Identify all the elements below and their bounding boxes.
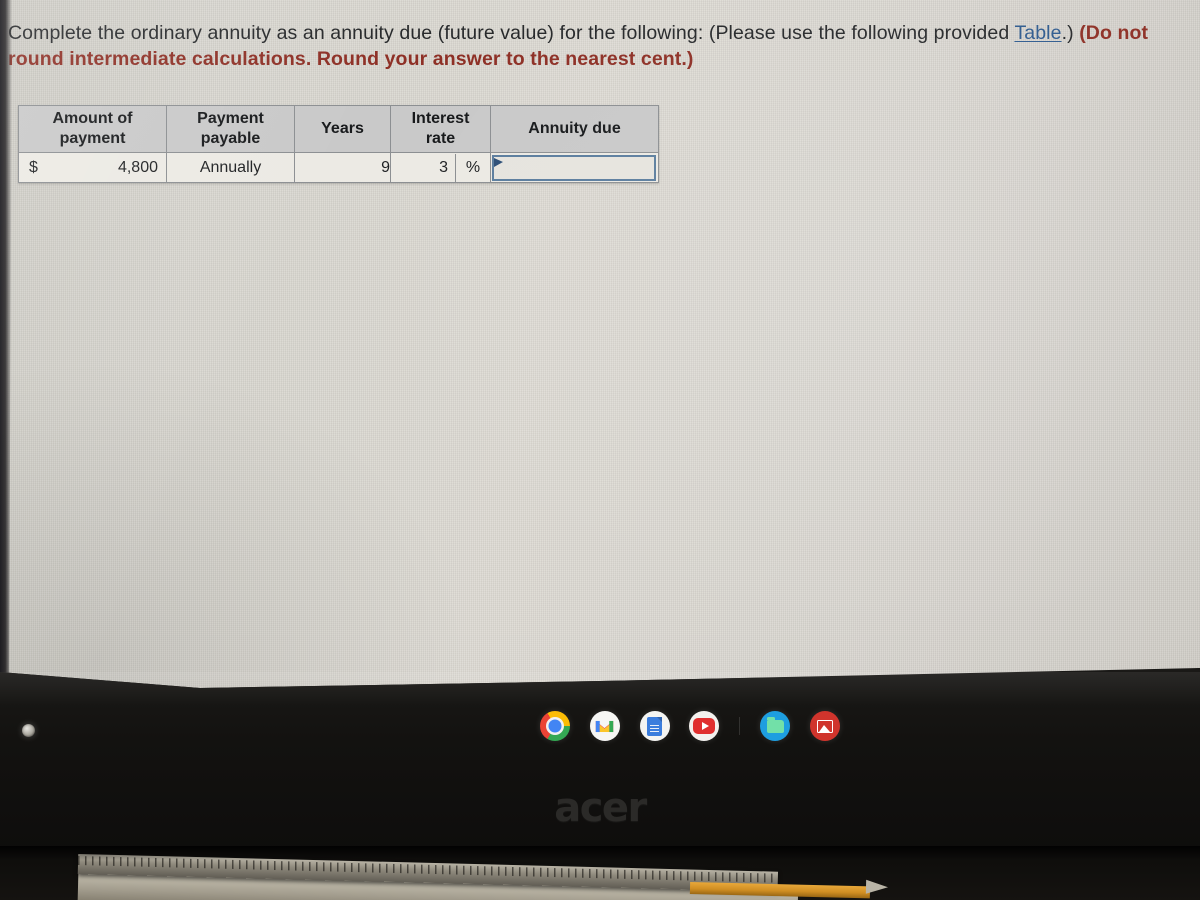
cell-interest-rate: 3 % [390,152,491,183]
browser-page-content: Complete the ordinary annuity as an annu… [0,0,1200,695]
youtube-icon[interactable] [689,711,720,741]
laptop-photo: Complete the ordinary annuity as an annu… [0,0,1200,900]
status-led-indicator [22,724,35,737]
table-link[interactable]: Table [1014,22,1061,44]
percent-symbol: % [465,158,481,176]
annuity-due-input[interactable] [492,154,656,181]
image-glyph-icon [816,719,833,733]
chrome-icon[interactable] [540,711,570,741]
annuity-table: Amount of payment Payment payable Years … [18,105,659,183]
annuity-table-head: Amount of payment Payment payable Years … [18,105,659,153]
gmail-icon[interactable] [589,711,620,741]
gmail-glyph-icon [596,720,614,732]
header-years: Years [294,105,391,153]
header-amount-of-payment: Amount of payment [18,105,167,153]
docs-icon[interactable] [639,711,670,741]
annuity-table-body: $ 4,800 Annually 9 3 % [18,152,659,183]
header-annuity-due: Annuity due [490,105,659,153]
cell-amount-of-payment: $ 4,800 [18,152,167,183]
folder-glyph-icon [766,716,784,733]
gallery-icon[interactable] [809,711,840,741]
table-row: $ 4,800 Annually 9 3 % [18,152,659,183]
cell-years: 9 [294,152,391,183]
header-payment-payable: Payment payable [166,105,295,153]
desk-surface [0,846,1200,900]
shelf-separator [739,717,741,735]
prompt-text-part1: Complete the ordinary annuity as an annu… [8,22,1015,44]
youtube-play-glyph-icon [693,718,716,734]
taskbar-shelf [540,706,840,746]
currency-symbol: $ [29,158,38,176]
files-icon[interactable] [760,711,791,741]
question-prompt: Complete the ordinary annuity as an annu… [8,20,1192,72]
acer-brand-logo: acer [554,785,647,831]
docs-sheet-glyph-icon [647,716,663,736]
cell-annuity-due[interactable] [490,152,659,183]
annuity-table-header-row: Amount of payment Payment payable Years … [18,105,659,153]
amount-of-payment-value: 4,800 [117,158,158,176]
header-interest-rate: Interest rate [390,105,491,153]
interest-rate-value: 3 [391,153,456,182]
prompt-text-part2: .) [1061,22,1080,44]
pencil-tip [865,879,889,895]
cell-payment-payable: Annually [166,152,295,183]
